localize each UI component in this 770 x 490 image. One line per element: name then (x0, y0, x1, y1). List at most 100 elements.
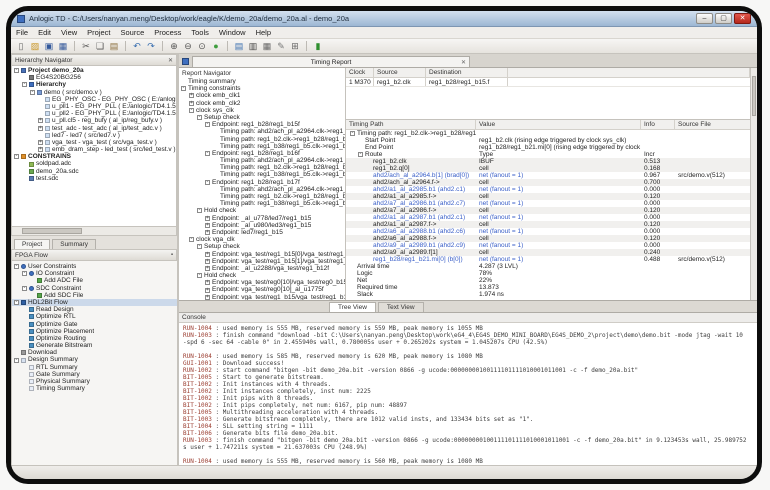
menu-item-edit[interactable]: Edit (38, 28, 51, 37)
tree-item[interactable]: EG4S20BG256 (12, 74, 176, 81)
tree-item[interactable]: +test_adc - test_adc ( al_ip/test_adc.v … (12, 125, 176, 132)
cut-icon[interactable]: ✂ (80, 40, 92, 52)
timing-row[interactable]: Required time13.873 (346, 284, 750, 291)
undo-icon[interactable]: ↶ (131, 40, 143, 52)
expand-icon[interactable]: + (205, 295, 210, 300)
timing-row[interactable]: -RouteTypeIncr (346, 151, 750, 158)
paste-icon[interactable]: ▤ (108, 40, 120, 52)
tree-item[interactable]: -clock vga_clk (179, 236, 345, 243)
tab-close-icon[interactable]: ✕ (461, 59, 466, 66)
timing-row[interactable]: ahd2/a1_al_a2987.b1 (ahd2.c1)net (fanout… (346, 214, 750, 221)
tree-item[interactable]: Timing path: reg1_b38/reg1_b5.clk->reg1_… (179, 143, 345, 150)
expand-icon[interactable]: + (205, 259, 210, 264)
tree-item[interactable]: -User Constraints (12, 263, 177, 270)
expand-icon[interactable]: + (205, 288, 210, 293)
tree-item[interactable]: EG_PHY_OSC - EG_PHY_OSC ( E:/anlogic/TD4… (12, 96, 176, 103)
timing-row[interactable]: ahd2/a6_al_a2988.f->cell0.120 (346, 235, 750, 242)
tree-item[interactable]: u_pll1 - EG_PHY_PLL ( E:/anlogic/TD4.1.5… (12, 103, 176, 110)
tree-item[interactable]: -clock sys_clk (179, 107, 345, 114)
timing-row[interactable]: ahd2/a7_al_a2986.f->cell0.120 (346, 207, 750, 214)
pin-icon[interactable]: ▪ (171, 252, 173, 258)
tab-summary[interactable]: Summary (52, 239, 96, 249)
timing-row[interactable]: Logic78% (346, 270, 750, 277)
tree-item[interactable]: -Endpoint: reg1_b28/reg1_b17f (179, 179, 345, 186)
collapse-icon[interactable]: - (14, 68, 19, 73)
collapse-icon[interactable]: - (205, 122, 210, 127)
menu-item-window[interactable]: Window (219, 28, 246, 37)
timing-row[interactable]: End Pointreg1_b28/reg1_b21.mi[0] (rising… (346, 144, 750, 151)
collapse-icon[interactable]: - (358, 152, 363, 157)
save-icon[interactable]: ▣ (43, 40, 55, 52)
zoom-fit-icon[interactable]: ⊙ (196, 40, 208, 52)
expand-icon[interactable]: + (38, 118, 43, 123)
tree-item[interactable]: Optimize Gate (12, 321, 177, 328)
timing-row[interactable]: ahd2/a1_al_a2985.b1 (ahd2.c1)net (fanout… (346, 186, 750, 193)
scrollbar-thumb[interactable] (22, 228, 82, 234)
vertical-scrollbar[interactable] (750, 68, 757, 300)
copy-icon[interactable]: ❏ (94, 40, 106, 52)
tree-item[interactable]: +Endpoint: vga_test/reg1_b15[1]/vga_test… (179, 258, 345, 265)
tree-item[interactable]: -HDL2Bit Flow (12, 299, 177, 306)
expand-icon[interactable]: + (189, 93, 194, 98)
tree-item[interactable]: -Endpoint: reg1_b28/reg1_b16f (179, 150, 345, 157)
zoom-in-icon[interactable]: ⊕ (168, 40, 180, 52)
collapse-icon[interactable]: - (22, 82, 27, 87)
tree-item[interactable]: u_pll2 - EG_PHY_PLL ( E:/anlogic/TD4.1.5… (12, 110, 176, 117)
collapse-icon[interactable]: - (14, 154, 19, 159)
maximize-button[interactable]: ▢ (715, 13, 732, 24)
menu-item-tools[interactable]: Tools (191, 28, 209, 37)
tree-item[interactable]: Gate Summary (12, 371, 177, 378)
collapse-icon[interactable]: - (350, 131, 355, 136)
tree-item[interactable]: Timing path: reg1_b38/reg1_b5.clk->reg1_… (179, 171, 345, 178)
tree-item[interactable]: Optimize Placement (12, 328, 177, 335)
menu-item-process[interactable]: Process (154, 28, 181, 37)
tree-item[interactable]: +Endpoint: _al_u980/led3/reg1_b15 (179, 222, 345, 229)
tree-item[interactable]: +Endpoint: vga_test/reg0[10]/vga_test/re… (179, 279, 345, 286)
floorplan-icon[interactable]: ▦ (261, 40, 273, 52)
tab-project[interactable]: Project (14, 239, 50, 249)
timing-row[interactable]: ahd2/a9_al_a2989.f[1]cell0.240 (346, 249, 750, 256)
tree-item[interactable]: Timing path: ahd2/ach_pl_a2964.clk->reg1… (179, 186, 345, 193)
tree-item[interactable]: Timing path: reg1_b2.clk->reg1_b28/reg1_… (179, 164, 345, 171)
panel-close-icon[interactable]: ✕ (168, 57, 173, 64)
tree-item[interactable]: Optimize Routing (12, 335, 177, 342)
tree-item[interactable]: -Hold check (179, 272, 345, 279)
menu-item-source[interactable]: Source (121, 28, 145, 37)
timing-row[interactable]: ahd2/a7_al_a2986.b1 (ahd2.c7)net (fanout… (346, 200, 750, 207)
report-doc-icon[interactable]: ▤ (233, 40, 245, 52)
expand-icon[interactable]: + (205, 230, 210, 235)
collapse-icon[interactable]: - (205, 151, 210, 156)
expand-icon[interactable]: + (38, 147, 43, 152)
timing-row[interactable]: Arrival time4.287 (3 LVL) (346, 263, 750, 270)
netlist-doc-icon[interactable]: ▥ (247, 40, 259, 52)
minimize-button[interactable]: – (696, 13, 713, 24)
collapse-icon[interactable]: - (189, 108, 194, 113)
power-icon[interactable]: ▮ (312, 40, 324, 52)
timing-row[interactable]: -Timing path: reg1_b2.clk->reg1_b28/reg1… (346, 130, 750, 137)
tree-item[interactable]: -CONSTRAINS (12, 153, 176, 160)
tree-item[interactable]: +emb_dram_step - led_test ( src/led_test… (12, 146, 176, 153)
expand-icon[interactable]: + (205, 223, 210, 228)
tree-item[interactable]: Timing summary (179, 78, 345, 85)
tree-item[interactable]: -SDC Constraint (12, 285, 177, 292)
timing-row[interactable]: ahd2/a1_al_a2987.f->cell0.120 (346, 221, 750, 228)
expand-icon[interactable]: + (205, 280, 210, 285)
collapse-icon[interactable]: - (14, 300, 19, 305)
tree-item[interactable]: Add SDC File (12, 292, 177, 299)
collapse-icon[interactable]: - (205, 180, 210, 185)
tree-item[interactable]: -demo ( src/demo.v ) (12, 89, 176, 96)
expand-icon[interactable]: + (189, 101, 194, 106)
tree-item[interactable]: RTL Summary (12, 364, 177, 371)
collapse-icon[interactable]: - (181, 86, 186, 91)
collapse-icon[interactable]: - (197, 115, 202, 120)
collapse-icon[interactable]: - (14, 358, 19, 363)
collapse-icon[interactable]: - (197, 244, 202, 249)
scrollbar-thumb[interactable] (752, 76, 756, 116)
tree-item[interactable]: +Endpoint: led7/reg1_b15 (179, 229, 345, 236)
tree-item[interactable]: +Endpoint: _al_u778/led7/reg1_b15 (179, 215, 345, 222)
expand-icon[interactable]: + (205, 252, 210, 257)
tree-item[interactable]: test.sdc (12, 175, 176, 182)
timing-row[interactable]: reg1_b28/reg1_b21.mi[0] (b[0])net (fanou… (346, 256, 750, 263)
tree-item[interactable]: led7 - led7 ( src/led7.v ) (12, 132, 176, 139)
close-button[interactable]: ✕ (734, 13, 751, 24)
